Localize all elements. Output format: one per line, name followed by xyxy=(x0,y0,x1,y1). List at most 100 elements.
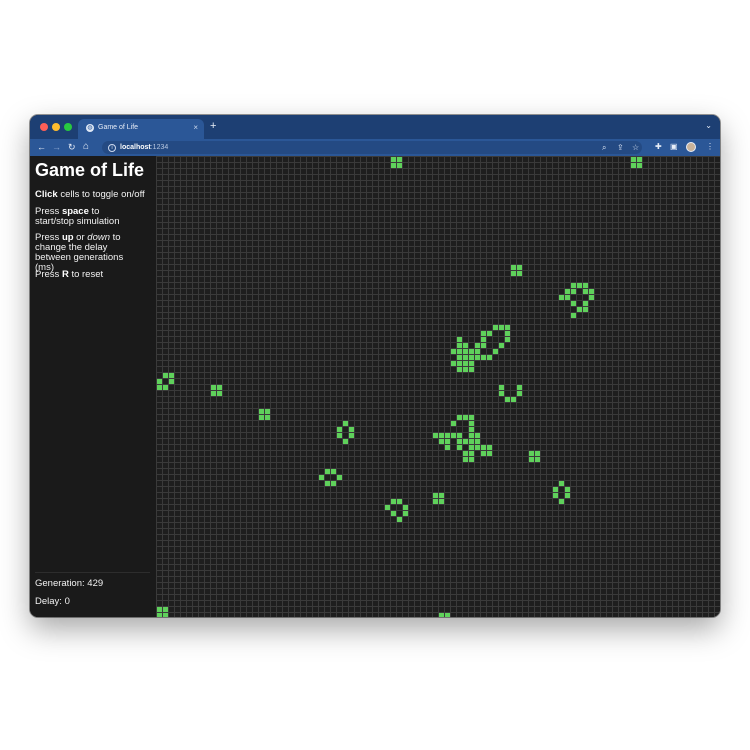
live-cell[interactable] xyxy=(325,469,330,474)
close-window-button[interactable] xyxy=(40,123,48,131)
live-cell[interactable] xyxy=(577,307,582,312)
live-cell[interactable] xyxy=(265,415,270,420)
live-cell[interactable] xyxy=(481,331,486,336)
bookmark-star-icon[interactable]: ☆ xyxy=(632,141,639,154)
live-cell[interactable] xyxy=(337,427,342,432)
live-cell[interactable] xyxy=(535,457,540,462)
live-cell[interactable] xyxy=(391,157,396,162)
live-cell[interactable] xyxy=(157,379,162,384)
live-cell[interactable] xyxy=(469,457,474,462)
live-cell[interactable] xyxy=(565,295,570,300)
live-cell[interactable] xyxy=(469,433,474,438)
live-cell[interactable] xyxy=(565,487,570,492)
live-cell[interactable] xyxy=(565,493,570,498)
live-cell[interactable] xyxy=(163,385,168,390)
live-cell[interactable] xyxy=(553,493,558,498)
live-cell[interactable] xyxy=(265,409,270,414)
live-cell[interactable] xyxy=(481,451,486,456)
live-cell[interactable] xyxy=(631,163,636,168)
live-cell[interactable] xyxy=(463,451,468,456)
live-cell[interactable] xyxy=(505,397,510,402)
live-cell[interactable] xyxy=(481,445,486,450)
live-cell[interactable] xyxy=(559,499,564,504)
live-cell[interactable] xyxy=(469,415,474,420)
live-cell[interactable] xyxy=(325,481,330,486)
live-cell[interactable] xyxy=(457,433,462,438)
live-cell[interactable] xyxy=(331,469,336,474)
live-cell[interactable] xyxy=(217,391,222,396)
live-cell[interactable] xyxy=(433,433,438,438)
live-cell[interactable] xyxy=(337,475,342,480)
live-cell[interactable] xyxy=(631,157,636,162)
live-cell[interactable] xyxy=(463,355,468,360)
live-cell[interactable] xyxy=(457,337,462,342)
live-cell[interactable] xyxy=(337,433,342,438)
live-cell[interactable] xyxy=(589,289,594,294)
live-cell[interactable] xyxy=(475,445,480,450)
live-cell[interactable] xyxy=(397,163,402,168)
share-icon[interactable]: ⇪ xyxy=(617,141,624,154)
live-cell[interactable] xyxy=(349,427,354,432)
live-cell[interactable] xyxy=(517,271,522,276)
live-cell[interactable] xyxy=(457,439,462,444)
live-cell[interactable] xyxy=(397,157,402,162)
address-bar[interactable]: i localhost:1234 ⌕ ⇪ ☆ xyxy=(102,141,642,154)
chevron-down-icon[interactable]: ⌄ xyxy=(705,121,712,130)
live-cell[interactable] xyxy=(463,439,468,444)
live-cell[interactable] xyxy=(331,481,336,486)
live-cell[interactable] xyxy=(397,517,402,522)
live-cell[interactable] xyxy=(577,283,582,288)
kebab-menu-icon[interactable]: ⋮ xyxy=(706,141,714,153)
live-cell[interactable] xyxy=(391,163,396,168)
live-cell[interactable] xyxy=(469,355,474,360)
live-cell[interactable] xyxy=(169,379,174,384)
live-cell[interactable] xyxy=(583,283,588,288)
live-cell[interactable] xyxy=(637,157,642,162)
live-cell[interactable] xyxy=(457,349,462,354)
live-cell[interactable] xyxy=(475,355,480,360)
forward-icon[interactable]: → xyxy=(52,141,61,153)
tab-game-of-life[interactable]: ◍ Game of Life × xyxy=(78,119,204,139)
live-cell[interactable] xyxy=(637,163,642,168)
live-cell[interactable] xyxy=(517,265,522,270)
live-cell[interactable] xyxy=(343,439,348,444)
live-cell[interactable] xyxy=(397,499,402,504)
live-cell[interactable] xyxy=(583,289,588,294)
live-cell[interactable] xyxy=(463,361,468,366)
live-cell[interactable] xyxy=(457,355,462,360)
live-cell[interactable] xyxy=(469,367,474,372)
home-icon[interactable]: ⌂ xyxy=(83,141,89,153)
live-cell[interactable] xyxy=(457,415,462,420)
live-cell[interactable] xyxy=(157,613,162,617)
live-cell[interactable] xyxy=(565,289,570,294)
live-cell[interactable] xyxy=(475,349,480,354)
live-cell[interactable] xyxy=(463,457,468,462)
live-cell[interactable] xyxy=(571,289,576,294)
live-cell[interactable] xyxy=(487,451,492,456)
maximize-window-button[interactable] xyxy=(64,123,72,131)
live-cell[interactable] xyxy=(445,439,450,444)
zoom-icon[interactable]: ⌕ xyxy=(602,141,606,154)
live-cell[interactable] xyxy=(493,325,498,330)
live-cell[interactable] xyxy=(211,391,216,396)
live-cell[interactable] xyxy=(457,445,462,450)
live-cell[interactable] xyxy=(529,457,534,462)
live-cell[interactable] xyxy=(469,361,474,366)
live-cell[interactable] xyxy=(391,511,396,516)
live-cell[interactable] xyxy=(433,493,438,498)
live-cell[interactable] xyxy=(169,373,174,378)
live-cell[interactable] xyxy=(511,265,516,270)
live-cell[interactable] xyxy=(457,343,462,348)
live-cell[interactable] xyxy=(517,391,522,396)
live-cell[interactable] xyxy=(475,433,480,438)
live-cell[interactable] xyxy=(163,613,168,617)
live-cell[interactable] xyxy=(439,493,444,498)
live-cell[interactable] xyxy=(481,337,486,342)
live-cell[interactable] xyxy=(583,307,588,312)
live-cell[interactable] xyxy=(433,499,438,504)
live-cell[interactable] xyxy=(463,343,468,348)
profile-avatar[interactable] xyxy=(686,142,696,152)
live-cell[interactable] xyxy=(499,391,504,396)
live-cell[interactable] xyxy=(163,373,168,378)
live-cell[interactable] xyxy=(505,337,510,342)
